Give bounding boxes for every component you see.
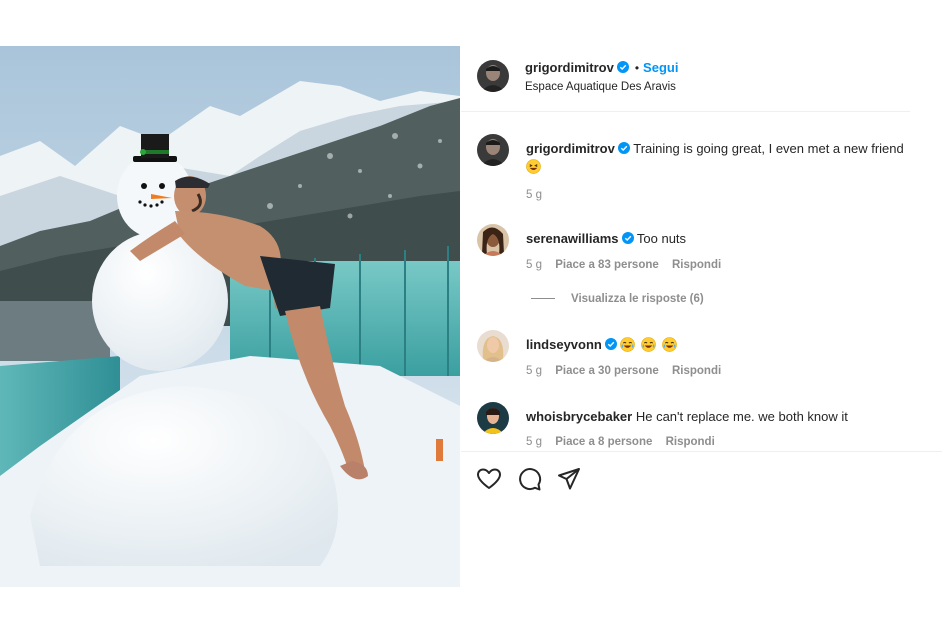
- comment-body: He can't replace me. we both know it: [635, 409, 848, 424]
- comment-likes[interactable]: Piace a 83 persone: [555, 259, 659, 271]
- replies-divider: [531, 298, 555, 300]
- comment-avatar[interactable]: [477, 330, 509, 362]
- comment-username[interactable]: lindseyvonn: [526, 337, 602, 352]
- comment-likes[interactable]: Piace a 30 persone: [555, 365, 659, 377]
- reply-button[interactable]: Rispondi: [672, 365, 721, 377]
- comment-text-line: lindseyvonn: [526, 336, 679, 354]
- post-header: grigordimitrov • Segui Espace Aquatique De…: [461, 46, 910, 112]
- caption-meta: 5 g: [526, 189, 552, 201]
- separator-dot: •: [634, 61, 640, 75]
- tears-of-joy-emoji-icon: [620, 337, 636, 352]
- comment-likes[interactable]: Piace a 8 persone: [555, 436, 652, 448]
- comment-meta: 5 g Piace a 30 persone Rispondi: [526, 365, 731, 377]
- comment-time[interactable]: 5 g: [526, 365, 542, 377]
- header-line: grigordimitrov • Segui: [525, 60, 678, 75]
- post-details-panel: grigordimitrov • Segui Espace Aquatique De…: [461, 46, 942, 587]
- caption-username[interactable]: grigordimitrov: [526, 141, 615, 156]
- caption-text-line: grigordimitrov Training is going great, …: [526, 140, 904, 158]
- caption-avatar[interactable]: [477, 134, 509, 166]
- reply-button[interactable]: Rispondi: [666, 436, 715, 448]
- comment-avatar[interactable]: [477, 224, 509, 256]
- tears-of-joy-emoji-icon: [641, 337, 656, 352]
- post-photo[interactable]: [0, 46, 460, 587]
- comments-list[interactable]: grigordimitrov Training is going great, …: [461, 112, 942, 451]
- comment-icon[interactable]: [516, 466, 542, 492]
- comment-meta: 5 g Piace a 8 persone Rispondi: [526, 436, 725, 448]
- comment-time[interactable]: 5 g: [526, 259, 542, 271]
- comment-avatar[interactable]: [477, 402, 509, 434]
- heart-icon[interactable]: [476, 466, 502, 492]
- paper-plane-icon[interactable]: [556, 466, 582, 492]
- verified-badge-icon: [616, 61, 629, 73]
- verified-badge-icon: [604, 338, 617, 350]
- comment-username[interactable]: serenawilliams: [526, 231, 619, 246]
- author-username[interactable]: grigordimitrov: [525, 60, 614, 75]
- caption-time[interactable]: 5 g: [526, 189, 542, 201]
- verified-badge-icon: [617, 142, 630, 154]
- post-image-snowman: [0, 46, 460, 587]
- view-replies-label: Visualizza le risposte (6): [571, 293, 704, 305]
- post-location[interactable]: Espace Aquatique Des Aravis: [525, 81, 676, 93]
- comment-body: Too nuts: [636, 231, 687, 246]
- follow-button[interactable]: Segui: [643, 60, 678, 75]
- post-actions: [461, 451, 942, 511]
- view-replies-button[interactable]: Visualizza le risposte (6): [531, 293, 704, 305]
- reply-button[interactable]: Rispondi: [672, 259, 721, 271]
- author-avatar[interactable]: [477, 60, 509, 92]
- verified-badge-icon: [621, 232, 634, 244]
- laughing-face-emoji-icon: [526, 158, 543, 176]
- comment-time[interactable]: 5 g: [526, 436, 542, 448]
- tears-of-joy-emoji-icon: [661, 337, 677, 352]
- caption-body: Training is going great, I even met a ne…: [633, 141, 904, 156]
- comment-meta: 5 g Piace a 83 persone Rispondi: [526, 259, 731, 271]
- emoji-group: [620, 337, 678, 352]
- comment-text-line: serenawilliams Too nuts: [526, 230, 686, 248]
- comment-username[interactable]: whoisbrycebaker: [526, 409, 632, 424]
- comment-text-line: whoisbrycebaker He can't replace me. we …: [526, 408, 848, 426]
